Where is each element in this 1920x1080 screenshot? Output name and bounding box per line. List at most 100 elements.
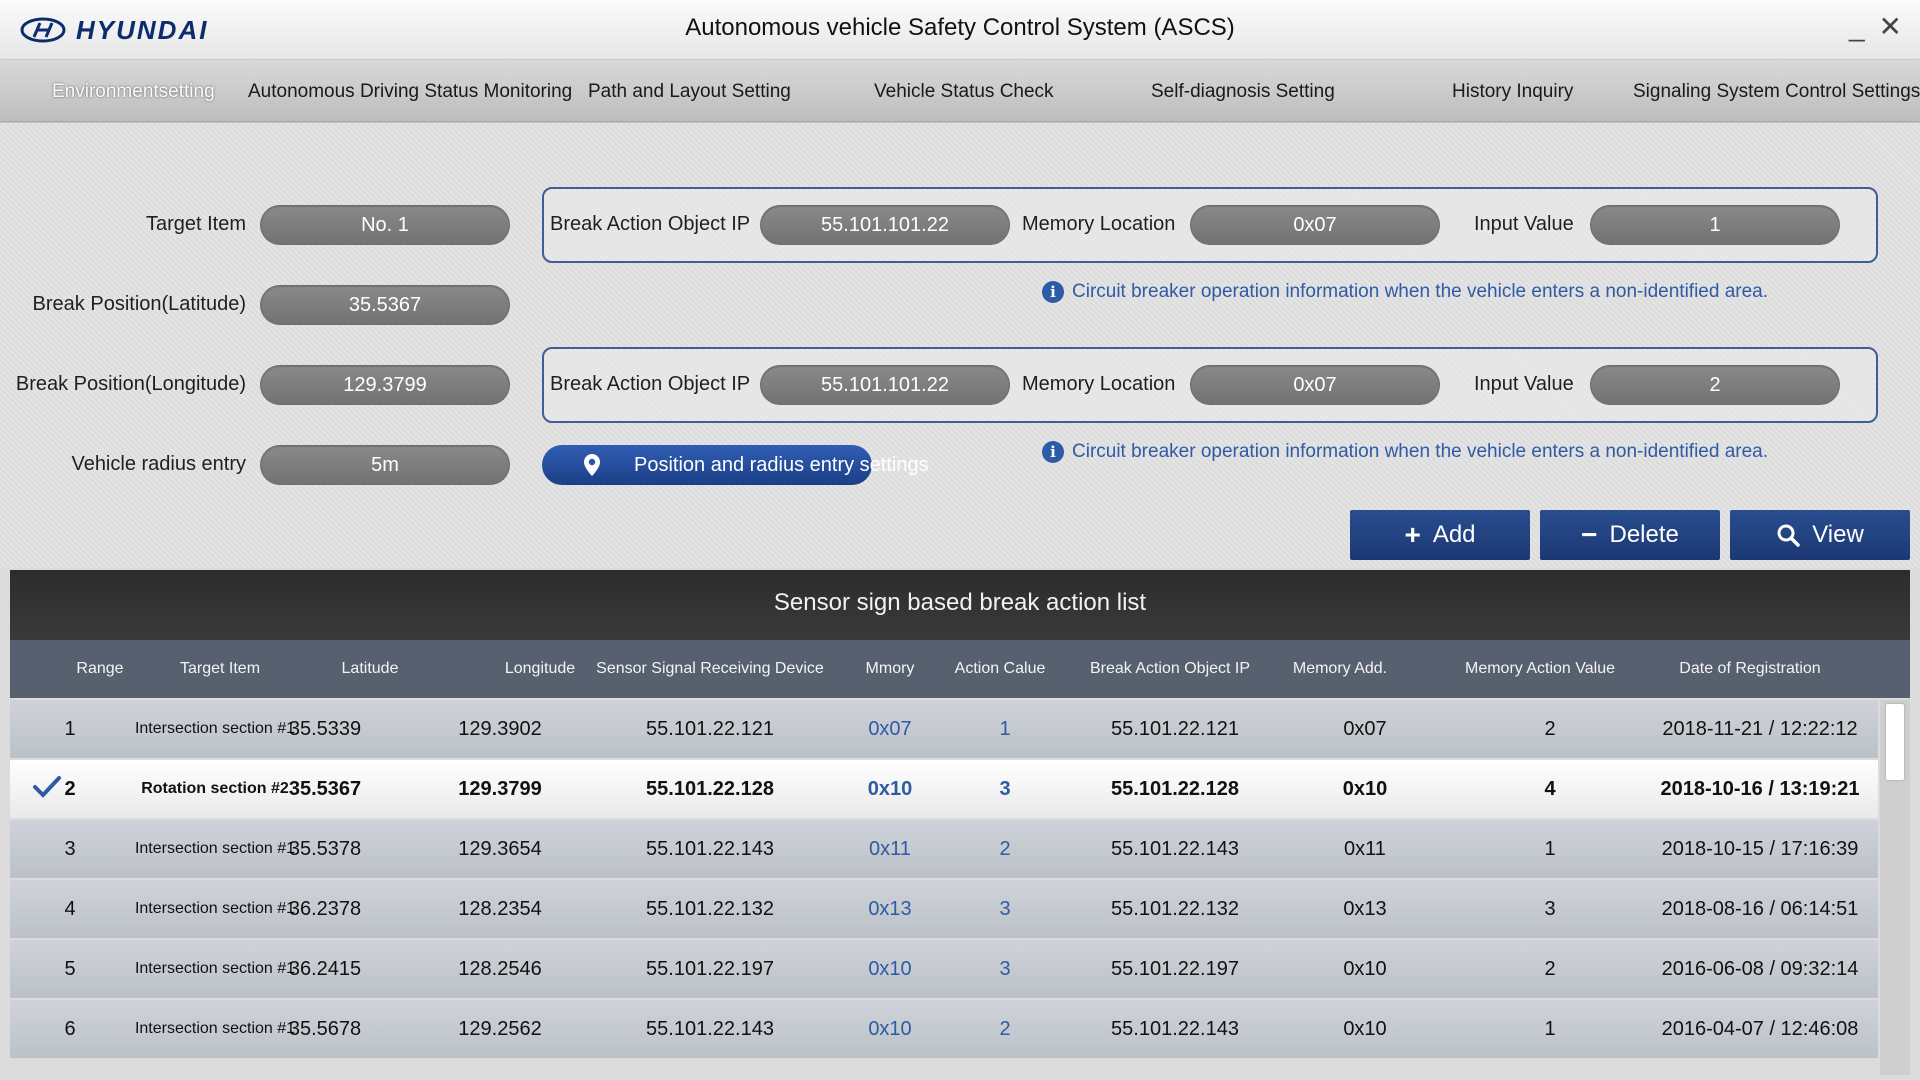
table-row[interactable]: 1 Intersection section #1 35.5339 129.3902 5…	[10, 700, 1878, 758]
cell-break-action-ip: 55.101.22.132	[1111, 898, 1239, 920]
latitude-field[interactable]: 35.5367	[260, 285, 510, 325]
latitude-label: Break Position(Latitude)	[32, 293, 246, 315]
menu-item-history-inquiry[interactable]: History Inquiry	[1452, 81, 1573, 103]
info-message-2-text: Circuit breaker operation information wh…	[1072, 441, 1769, 462]
cell-sensor-device: 55.101.22.128	[646, 778, 774, 800]
column-header-range[interactable]: Range	[50, 640, 150, 698]
cell-latitude: 35.5678	[288, 1018, 362, 1040]
cell-action-value: 3	[999, 778, 1011, 800]
info-message-1: i Circuit breaker operation information …	[1042, 281, 1768, 303]
column-header-action-value[interactable]: Action Calue	[940, 640, 1060, 698]
cell-range: 4	[64, 898, 76, 920]
cell-latitude: 36.2415	[288, 958, 362, 980]
column-header-target-item[interactable]: Target Item	[150, 640, 290, 698]
column-header-memory-action-value[interactable]: Memory Action Value	[1430, 640, 1650, 698]
cell-memory-add: 0x10	[1342, 778, 1388, 800]
close-button[interactable]: ✕	[1879, 10, 1902, 44]
scrollbar-thumb[interactable]	[1886, 704, 1904, 780]
cell-memory-action-value: 3	[1544, 898, 1556, 920]
cell-memory-add: 0x10	[1343, 1018, 1387, 1040]
app-title: Autonomous vehicle Safety Control System…	[685, 14, 1235, 41]
delete-button[interactable]: − Delete	[1540, 510, 1720, 560]
break-action-table: Sensor sign based break action list Rang…	[10, 570, 1910, 1075]
cell-action-value: 2	[999, 1018, 1011, 1040]
column-header-longitude[interactable]: Longitude	[480, 640, 600, 698]
column-header-break-action-ip[interactable]: Break Action Object IP	[1070, 640, 1270, 698]
longitude-field[interactable]: 129.3799	[260, 365, 510, 405]
view-button[interactable]: View	[1730, 510, 1910, 560]
group2-ip-field[interactable]: 55.101.101.22	[760, 365, 1010, 405]
cell-longitude: 128.2546	[458, 958, 542, 980]
cell-memory-action-value: 1	[1544, 1018, 1556, 1040]
cell-sensor-device: 55.101.22.121	[646, 718, 774, 740]
table-row[interactable]: 2 Rotation section #2 35.5367 129.3799 55.10…	[10, 760, 1878, 818]
position-radius-settings-button[interactable]: Position and radius entry settings	[542, 445, 929, 485]
cell-range: 3	[64, 838, 76, 860]
info-icon: i	[1042, 281, 1064, 303]
cell-break-action-ip: 55.101.22.143	[1111, 838, 1239, 860]
cell-date-of-registration: 2018-08-16 / 06:14:51	[1661, 898, 1859, 920]
cell-memory-action-value: 2	[1544, 718, 1556, 740]
column-header-memory[interactable]: Mmory	[840, 640, 940, 698]
group1-ip-label: Break Action Object IP	[550, 213, 751, 235]
cell-action-value: 2	[999, 838, 1011, 860]
table-row[interactable]: 4 Intersection section #1 36.2378 128.2354 5…	[10, 880, 1878, 938]
plus-icon: +	[1404, 519, 1421, 550]
cell-memory-add: 0x11	[1344, 838, 1386, 860]
table-row[interactable]: 5 Intersection section #1 36.2415 128.2546 5…	[10, 940, 1878, 998]
menu-item-vehicle-status-check[interactable]: Vehicle Status Check	[874, 81, 1054, 103]
cell-sensor-device: 55.101.22.132	[646, 898, 774, 920]
table-title: Sensor sign based break action list	[10, 570, 1910, 640]
minimize-button[interactable]: _	[1849, 10, 1865, 44]
cell-memory: 0x13	[868, 898, 912, 920]
cell-memory-action-value: 2	[1544, 958, 1556, 980]
add-button[interactable]: + Add	[1350, 510, 1530, 560]
table-scrollbar[interactable]	[1880, 700, 1910, 1075]
cell-latitude: 35.5367	[288, 778, 362, 800]
group1-memory-label: Memory Location	[1022, 213, 1176, 235]
cell-longitude: 128.2354	[458, 898, 542, 920]
cell-break-action-ip: 55.101.22.121	[1111, 718, 1239, 740]
table-row[interactable]: 3 Intersection section #1 35.5378 129.3654 5…	[10, 820, 1878, 878]
column-header-sensor-device[interactable]: Sensor Signal Receiving Device	[590, 640, 830, 698]
group2-ip-label: Break Action Object IP	[550, 373, 751, 395]
menu-item-environment-setting[interactable]: Environmentsetting	[52, 81, 215, 103]
cell-memory: 0x10	[868, 1018, 912, 1040]
group1-input-field[interactable]: 1	[1590, 205, 1840, 245]
cell-break-action-ip: 55.101.22.128	[1111, 778, 1239, 800]
cell-memory-action-value: 4	[1544, 778, 1556, 800]
longitude-label: Break Position(Longitude)	[15, 373, 246, 395]
menu-item-signaling-control-settings[interactable]: Signaling System Control Settings	[1633, 81, 1920, 103]
radius-field[interactable]: 5m	[260, 445, 510, 485]
position-radius-settings-label: Position and radius entry settings	[634, 454, 929, 476]
menu-item-path-layout-setting[interactable]: Path and Layout Setting	[588, 81, 791, 103]
column-header-memory-add[interactable]: Memory Add.	[1270, 640, 1410, 698]
info-icon: i	[1042, 441, 1064, 463]
cell-date-of-registration: 2018-10-15 / 17:16:39	[1661, 838, 1859, 860]
target-item-field[interactable]: No. 1	[260, 205, 510, 245]
group1-ip-field[interactable]: 55.101.101.22	[760, 205, 1010, 245]
cell-sensor-device: 55.101.22.143	[646, 838, 774, 860]
cell-longitude: 129.3902	[458, 718, 542, 740]
group2-input-field[interactable]: 2	[1590, 365, 1840, 405]
minus-icon: −	[1581, 519, 1598, 550]
group1-memory-field[interactable]: 0x07	[1190, 205, 1440, 245]
cell-memory-add: 0x07	[1343, 718, 1387, 740]
menu-item-driving-status-monitoring[interactable]: Autonomous Driving Status Monitoring	[248, 81, 572, 103]
table-body: 1 Intersection section #1 35.5339 129.3902 5…	[10, 700, 1878, 1075]
menu-item-self-diagnosis-setting[interactable]: Self-diagnosis Setting	[1151, 81, 1335, 103]
column-header-latitude[interactable]: Latitude	[310, 640, 430, 698]
cell-range: 6	[64, 1018, 76, 1040]
column-header-date-of-registration[interactable]: Date of Registration	[1650, 640, 1850, 698]
cell-longitude: 129.3799	[458, 778, 542, 800]
target-item-label: Target Item	[145, 213, 246, 235]
cell-break-action-ip: 55.101.22.197	[1111, 958, 1239, 980]
group2-input-label: Input Value	[1474, 373, 1574, 395]
group2-memory-field[interactable]: 0x07	[1190, 365, 1440, 405]
table-row[interactable]: 6 Intersection section #1 35.5678 129.2562 5…	[10, 1000, 1878, 1058]
cell-memory: 0x11	[869, 838, 911, 860]
cell-action-value: 3	[999, 898, 1011, 920]
group1-input-label: Input Value	[1474, 213, 1574, 235]
cell-memory: 0x10	[867, 778, 913, 800]
cell-sensor-device: 55.101.22.197	[646, 958, 774, 980]
